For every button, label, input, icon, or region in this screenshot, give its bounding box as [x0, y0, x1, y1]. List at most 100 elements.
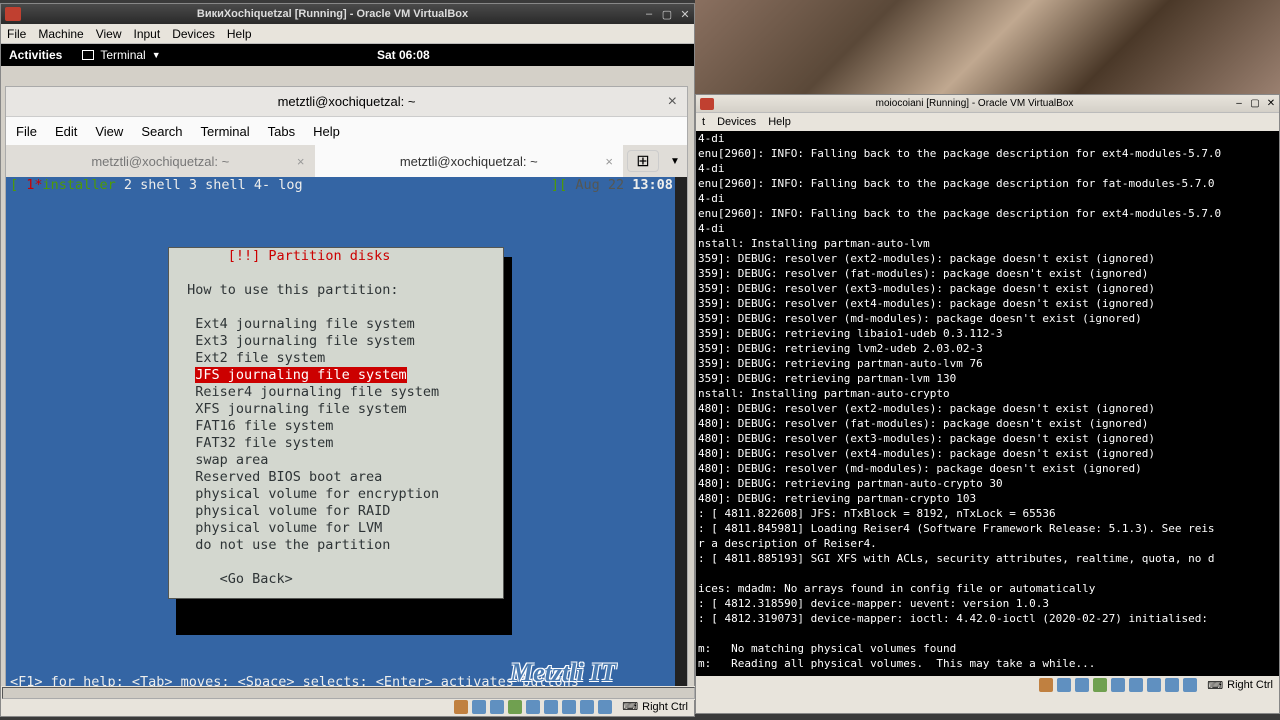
tab-label: metztli@xochiquetzal: ~: [400, 154, 538, 169]
menu-devices[interactable]: Devices: [717, 116, 756, 128]
term-menu-help[interactable]: Help: [313, 124, 340, 139]
hdd-icon[interactable]: [1039, 678, 1053, 692]
fs-option[interactable]: physical volume for encryption: [195, 486, 439, 502]
recording-icon[interactable]: [1165, 678, 1179, 692]
screen-status-line: [ 1*installer 2 shell 3 shell 4- log ][ …: [6, 177, 687, 194]
hdd-icon[interactable]: [454, 700, 468, 714]
display-icon[interactable]: [562, 700, 576, 714]
dialog-body: [!!] Partition disks How to use this par…: [169, 248, 503, 598]
vm1-menubar: File Machine View Input Devices Help: [1, 24, 694, 44]
menu-view[interactable]: View: [96, 27, 122, 41]
terminal-title: metztli@xochiquetzal: ~: [278, 94, 416, 109]
dialog-prompt: How to use this partition:: [187, 282, 398, 298]
new-tab-button[interactable]: ⊞: [627, 150, 659, 172]
minimize-icon[interactable]: ‒: [1231, 98, 1247, 109]
fs-option[interactable]: Reserved BIOS boot area: [195, 469, 382, 485]
app-menu-label: Terminal: [100, 48, 145, 62]
hostkey-label: Right Ctrl: [1227, 679, 1273, 691]
vm2-statusbar: ⌨ Right Ctrl: [696, 676, 1279, 694]
network-icon[interactable]: [508, 700, 522, 714]
optical-icon[interactable]: [1057, 678, 1071, 692]
hostkey-label: Right Ctrl: [642, 701, 688, 713]
audio-icon[interactable]: [490, 700, 504, 714]
terminal-tab-1[interactable]: metztli@xochiquetzal: ~ ×: [315, 145, 624, 177]
menu-input[interactable]: Input: [134, 27, 161, 41]
fs-option[interactable]: Ext3 journaling file system: [195, 333, 414, 349]
fs-option[interactable]: swap area: [195, 452, 268, 468]
chevron-down-icon: ▼: [152, 50, 161, 60]
term-menu-search[interactable]: Search: [141, 124, 182, 139]
vm2-titlebar[interactable]: moiocoiani [Running] - Oracle VM Virtual…: [696, 95, 1279, 113]
cpu-icon[interactable]: [598, 700, 612, 714]
menu-machine[interactable]: Machine: [38, 27, 83, 41]
maximize-icon[interactable]: ▢: [1247, 98, 1263, 109]
vbox-icon: [700, 98, 714, 110]
app-menu[interactable]: Terminal ▼: [82, 48, 160, 62]
usb-icon[interactable]: [526, 700, 540, 714]
recording-icon[interactable]: [580, 700, 594, 714]
fs-option[interactable]: FAT16 file system: [195, 418, 333, 434]
audio-icon[interactable]: [1075, 678, 1089, 692]
tab-label: metztli@xochiquetzal: ~: [91, 154, 229, 169]
optical-icon[interactable]: [472, 700, 486, 714]
fs-option[interactable]: Ext4 journaling file system: [195, 316, 414, 332]
menu-devices[interactable]: Devices: [172, 27, 215, 41]
term-menu-view[interactable]: View: [95, 124, 123, 139]
vm-window-1: ВикиXochiquetzal [Running] - Oracle VM V…: [0, 3, 695, 717]
network-icon[interactable]: [1093, 678, 1107, 692]
clock[interactable]: Sat 06:08: [377, 48, 430, 62]
go-back-button[interactable]: <Go Back>: [220, 571, 293, 587]
terminal-tab-0[interactable]: metztli@xochiquetzal: ~ ×: [6, 145, 315, 177]
menu-help[interactable]: Help: [227, 27, 252, 41]
fs-option[interactable]: physical volume for LVM: [195, 520, 382, 536]
close-icon[interactable]: ✕: [676, 8, 694, 21]
term-menu-file[interactable]: File: [16, 124, 37, 139]
terminal-window: metztli@xochiquetzal: ~ × File Edit View…: [5, 86, 688, 696]
vm-window-2: moiocoiani [Running] - Oracle VM Virtual…: [695, 94, 1280, 714]
terminal-close-icon[interactable]: ×: [668, 93, 677, 111]
dialog-title: [!!] Partition disks: [228, 248, 391, 264]
vm1-titlebar[interactable]: ВикиXochiquetzal [Running] - Oracle VM V…: [1, 4, 694, 24]
fs-option[interactable]: Reiser4 journaling file system: [195, 384, 439, 400]
close-icon[interactable]: ✕: [1263, 98, 1279, 109]
tab-close-icon[interactable]: ×: [297, 154, 305, 169]
fs-option[interactable]: XFS journaling file system: [195, 401, 406, 417]
gnome-top-bar: Activities Terminal ▼ Sat 06:08: [1, 44, 694, 66]
watermark: Metztli IT: [510, 658, 616, 688]
term-menu-edit[interactable]: Edit: [55, 124, 77, 139]
usb-icon[interactable]: [1111, 678, 1125, 692]
activities-button[interactable]: Activities: [9, 48, 62, 62]
fs-option[interactable]: physical volume for RAID: [195, 503, 390, 519]
partition-dialog: [!!] Partition disks How to use this par…: [168, 247, 504, 599]
shared-folder-icon[interactable]: [544, 700, 558, 714]
display-icon[interactable]: [1147, 678, 1161, 692]
term-menu-terminal[interactable]: Terminal: [201, 124, 250, 139]
vm1-title: ВикиXochiquetzal [Running] - Oracle VM V…: [25, 8, 640, 20]
term-menu-tabs[interactable]: Tabs: [268, 124, 295, 139]
terminal-tabbar: metztli@xochiquetzal: ~ × metztli@xochiq…: [6, 145, 687, 177]
tab-menu-button[interactable]: ▼: [663, 156, 687, 167]
fs-option[interactable]: FAT32 file system: [195, 435, 333, 451]
cpu-icon[interactable]: [1183, 678, 1197, 692]
terminal-titlebar[interactable]: metztli@xochiquetzal: ~ ×: [6, 87, 687, 117]
terminal-body[interactable]: [ 1*installer 2 shell 3 shell 4- log ][ …: [6, 177, 687, 695]
tab-close-icon[interactable]: ×: [605, 154, 613, 169]
vbox-icon: [5, 7, 21, 21]
fs-option[interactable]: do not use the partition: [195, 537, 390, 553]
terminal-icon: [82, 50, 94, 60]
menu-file[interactable]: File: [7, 27, 26, 41]
vm2-title: moiocoiani [Running] - Oracle VM Virtual…: [718, 98, 1231, 109]
fs-option[interactable]: Ext2 file system: [195, 350, 325, 366]
fs-option-selected[interactable]: JFS journaling file system: [195, 367, 406, 383]
desktop-wallpaper: [695, 0, 1280, 94]
shared-folder-icon[interactable]: [1129, 678, 1143, 692]
terminal-menubar: File Edit View Search Terminal Tabs Help: [6, 117, 687, 145]
minimize-icon[interactable]: ‒: [640, 8, 658, 20]
vm2-menubar: t Devices Help: [696, 113, 1279, 131]
horizontal-scrollbar[interactable]: [1, 686, 696, 700]
vm2-console[interactable]: 4-di enu[2960]: INFO: Falling back to th…: [696, 131, 1279, 676]
maximize-icon[interactable]: ▢: [658, 8, 676, 21]
menu-fragment[interactable]: t: [702, 116, 705, 128]
terminal-scrollbar[interactable]: [675, 177, 687, 695]
menu-help[interactable]: Help: [768, 116, 791, 128]
